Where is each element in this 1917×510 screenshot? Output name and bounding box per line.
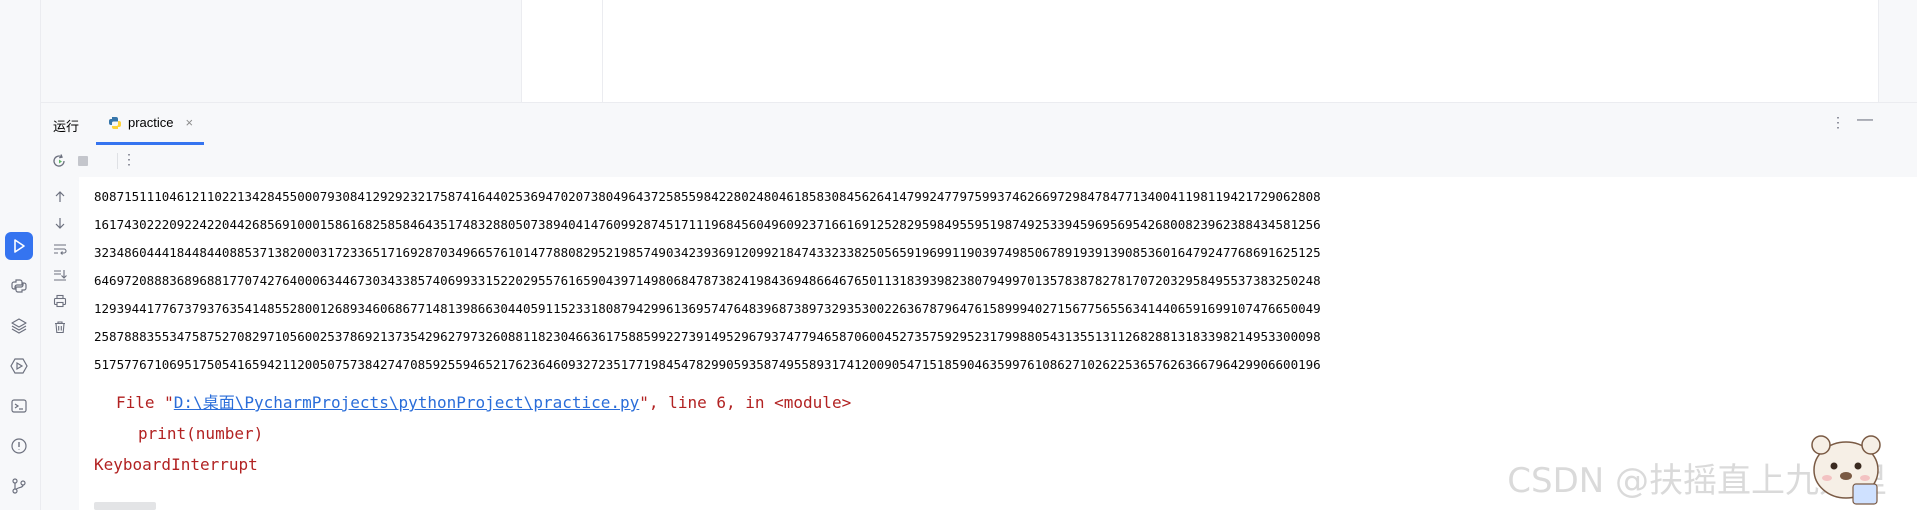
run-icon [14, 239, 25, 253]
scroll-down-button[interactable] [52, 215, 68, 231]
run-window-button[interactable] [5, 232, 33, 260]
editor-area [41, 0, 1917, 102]
traceback-file-prefix: File " [116, 393, 174, 412]
python-packages-button[interactable] [5, 312, 33, 340]
terminal-icon [11, 399, 27, 413]
soft-wrap-icon [54, 244, 67, 255]
tab-label: practice [128, 115, 174, 130]
soft-wrap-button[interactable] [52, 241, 68, 257]
run-tool-window-header: 运行 practice × ⋮ — [41, 102, 1917, 146]
traceback-file-suffix: ", line 6, in <module> [639, 393, 852, 412]
print-button[interactable] [52, 293, 68, 309]
traceback-code-line: print(number) [138, 424, 264, 443]
project-pane [41, 0, 522, 102]
tab-practice[interactable]: practice × [96, 103, 204, 145]
services-icon [10, 358, 28, 374]
scroll-to-end-icon [54, 270, 67, 281]
output-line: 5175776710695175054165942112005075738427… [94, 357, 1321, 372]
traceback-file-link[interactable]: D:\桌面\PycharmProjects\pythonProject\prac… [174, 393, 639, 412]
traceback-file-line: File "D:\桌面\PycharmProjects\pythonProjec… [116, 393, 851, 413]
problems-button[interactable] [5, 432, 33, 460]
git-button[interactable] [5, 472, 33, 500]
editor-pane[interactable] [603, 0, 1879, 102]
terminal-button[interactable] [5, 392, 33, 420]
trash-icon [55, 321, 65, 334]
stop-button[interactable] [75, 153, 91, 169]
tool-window-title: 运行 [53, 119, 80, 134]
services-button[interactable] [5, 352, 33, 380]
minimize-icon[interactable]: — [1857, 111, 1873, 129]
output-line: 6469720888368968817707427640006344673034… [94, 273, 1321, 288]
stop-icon [78, 156, 88, 166]
editor-scrollbar[interactable] [1879, 0, 1917, 102]
bear-mascot-icon [1811, 435, 1881, 505]
output-line: 1293944177673793763541485528001268934606… [94, 301, 1321, 316]
layers-icon [11, 318, 27, 334]
output-line: 1617430222092242204426856910001586168258… [94, 217, 1321, 232]
arrow-down-icon [55, 218, 65, 229]
python-console-button[interactable] [5, 272, 33, 300]
output-line: 3234860444184484408853713820003172336517… [94, 245, 1321, 260]
toolbar-divider [117, 153, 118, 169]
close-icon[interactable]: × [186, 115, 194, 130]
clear-all-button[interactable] [52, 319, 68, 335]
python-console-icon [11, 279, 27, 293]
arrow-up-icon [55, 191, 65, 202]
more-options-icon[interactable]: ⋮ [1831, 114, 1845, 131]
rerun-icon [53, 154, 65, 167]
run-toolbar: ⋮ [41, 145, 1917, 177]
scroll-up-button[interactable] [52, 189, 68, 205]
python-file-icon [109, 116, 121, 129]
console-gutter [41, 177, 79, 510]
rerun-button[interactable] [51, 153, 67, 169]
git-branch-icon [12, 478, 26, 494]
output-line: 2587888355347587527082971056002537869213… [94, 329, 1321, 344]
left-tool-strip [0, 0, 41, 510]
traceback-error-name: KeyboardInterrupt [94, 455, 258, 474]
toolbar-more-icon[interactable]: ⋮ [121, 151, 137, 167]
editor-gutter [522, 0, 603, 102]
horizontal-scrollbar[interactable] [94, 502, 156, 510]
scroll-to-end-button[interactable] [52, 267, 68, 283]
output-line: 8087151110461211022134284550007930841292… [94, 189, 1321, 204]
problems-icon [11, 438, 27, 454]
print-icon [53, 294, 67, 308]
